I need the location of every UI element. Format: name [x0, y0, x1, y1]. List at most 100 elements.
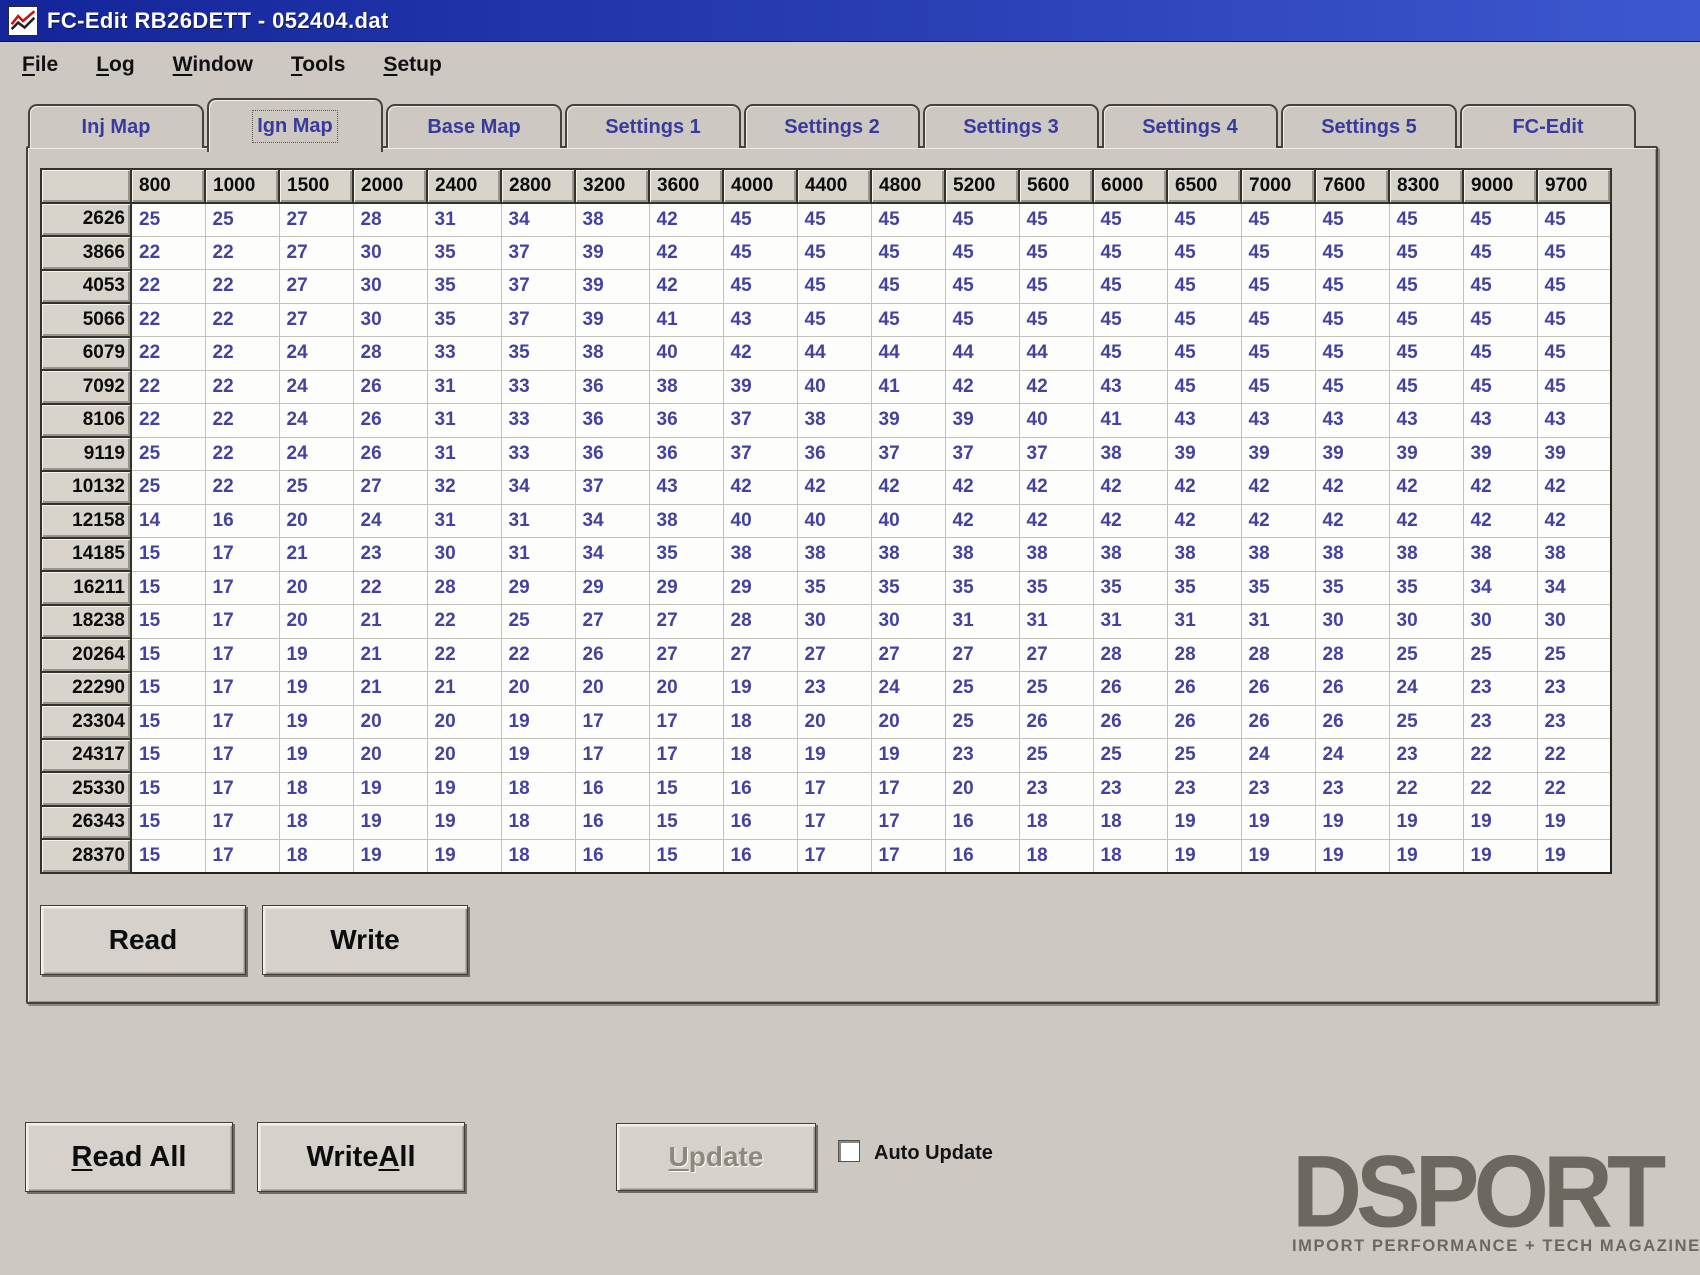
map-cell[interactable]: 35 [427, 270, 501, 304]
map-cell[interactable]: 45 [1463, 236, 1537, 270]
map-cell[interactable]: 32 [427, 471, 501, 505]
map-cell[interactable]: 17 [797, 806, 871, 840]
map-cell[interactable]: 35 [427, 236, 501, 270]
map-cell[interactable]: 14 [131, 504, 205, 538]
map-cell[interactable]: 38 [871, 538, 945, 572]
map-cell[interactable]: 44 [797, 337, 871, 371]
menu-item-setup[interactable]: Setup [383, 53, 441, 77]
map-cell[interactable]: 45 [1389, 203, 1463, 237]
auto-update-checkbox[interactable] [838, 1140, 860, 1162]
map-cell[interactable]: 35 [1019, 571, 1093, 605]
map-cell[interactable]: 35 [1167, 571, 1241, 605]
map-cell[interactable]: 35 [1241, 571, 1315, 605]
map-cell[interactable]: 42 [1389, 504, 1463, 538]
map-cell[interactable]: 45 [1019, 270, 1093, 304]
map-cell[interactable]: 30 [353, 270, 427, 304]
map-cell[interactable]: 28 [1093, 638, 1167, 672]
map-cell[interactable]: 25 [131, 203, 205, 237]
map-cell[interactable]: 45 [1537, 236, 1611, 270]
menu-item-window[interactable]: Window [173, 53, 253, 77]
map-cell[interactable]: 44 [871, 337, 945, 371]
map-cell[interactable]: 43 [1167, 404, 1241, 438]
map-cell[interactable]: 22 [1537, 772, 1611, 806]
map-cell[interactable]: 45 [1093, 236, 1167, 270]
map-cell[interactable]: 17 [205, 705, 279, 739]
map-cell[interactable]: 38 [797, 404, 871, 438]
map-cell[interactable]: 19 [1389, 839, 1463, 873]
map-cell[interactable]: 27 [797, 638, 871, 672]
map-cell[interactable]: 17 [205, 839, 279, 873]
col-header-4400[interactable]: 4400 [797, 169, 871, 203]
map-cell[interactable]: 22 [1463, 739, 1537, 773]
map-cell[interactable]: 45 [797, 203, 871, 237]
col-header-6500[interactable]: 6500 [1167, 169, 1241, 203]
tab-ign-map[interactable]: Ign Map [207, 98, 383, 152]
map-cell[interactable]: 42 [723, 337, 797, 371]
map-cell[interactable]: 23 [353, 538, 427, 572]
map-cell[interactable]: 23 [1019, 772, 1093, 806]
map-cell[interactable]: 26 [353, 437, 427, 471]
map-cell[interactable]: 27 [279, 236, 353, 270]
map-cell[interactable]: 45 [1537, 370, 1611, 404]
map-cell[interactable]: 35 [649, 538, 723, 572]
map-cell[interactable]: 38 [1463, 538, 1537, 572]
map-cell[interactable]: 20 [871, 705, 945, 739]
map-cell[interactable]: 30 [797, 605, 871, 639]
map-cell[interactable]: 45 [1167, 270, 1241, 304]
map-cell[interactable]: 24 [279, 370, 353, 404]
map-cell[interactable]: 19 [353, 806, 427, 840]
write-all-button[interactable]: Write All [257, 1122, 465, 1192]
map-cell[interactable]: 26 [1167, 705, 1241, 739]
map-cell[interactable]: 25 [945, 705, 1019, 739]
map-cell[interactable]: 42 [649, 203, 723, 237]
col-header-8300[interactable]: 8300 [1389, 169, 1463, 203]
map-cell[interactable]: 31 [427, 370, 501, 404]
map-cell[interactable]: 19 [871, 739, 945, 773]
row-header-3866[interactable]: 3866 [41, 236, 131, 270]
map-cell[interactable]: 35 [501, 337, 575, 371]
map-cell[interactable]: 41 [871, 370, 945, 404]
map-cell[interactable]: 42 [945, 504, 1019, 538]
map-cell[interactable]: 26 [353, 370, 427, 404]
col-header-2400[interactable]: 2400 [427, 169, 501, 203]
map-cell[interactable]: 18 [501, 806, 575, 840]
map-cell[interactable]: 38 [1537, 538, 1611, 572]
map-cell[interactable]: 25 [945, 672, 1019, 706]
map-cell[interactable]: 21 [279, 538, 353, 572]
map-cell[interactable]: 42 [649, 236, 723, 270]
map-cell[interactable]: 39 [1241, 437, 1315, 471]
map-cell[interactable]: 40 [797, 504, 871, 538]
map-cell[interactable]: 22 [205, 303, 279, 337]
map-cell[interactable]: 34 [1463, 571, 1537, 605]
map-cell[interactable]: 45 [1241, 370, 1315, 404]
row-header-20264[interactable]: 20264 [41, 638, 131, 672]
map-cell[interactable]: 27 [871, 638, 945, 672]
map-cell[interactable]: 36 [797, 437, 871, 471]
map-cell[interactable]: 19 [1389, 806, 1463, 840]
map-cell[interactable]: 15 [131, 705, 205, 739]
map-cell[interactable]: 38 [575, 337, 649, 371]
map-cell[interactable]: 38 [649, 370, 723, 404]
map-cell[interactable]: 17 [205, 772, 279, 806]
map-cell[interactable]: 42 [871, 471, 945, 505]
map-cell[interactable]: 19 [1315, 839, 1389, 873]
map-cell[interactable]: 42 [1019, 370, 1093, 404]
map-cell[interactable]: 17 [205, 538, 279, 572]
map-cell[interactable]: 30 [1315, 605, 1389, 639]
map-cell[interactable]: 43 [1093, 370, 1167, 404]
map-cell[interactable]: 38 [723, 538, 797, 572]
map-cell[interactable]: 24 [353, 504, 427, 538]
map-cell[interactable]: 42 [1019, 504, 1093, 538]
map-cell[interactable]: 17 [871, 839, 945, 873]
map-cell[interactable]: 18 [1093, 806, 1167, 840]
map-cell[interactable]: 31 [1241, 605, 1315, 639]
map-cell[interactable]: 20 [353, 705, 427, 739]
map-cell[interactable]: 45 [1093, 203, 1167, 237]
map-cell[interactable]: 42 [1093, 471, 1167, 505]
map-cell[interactable]: 42 [1315, 504, 1389, 538]
map-cell[interactable]: 27 [945, 638, 1019, 672]
map-cell[interactable]: 42 [1389, 471, 1463, 505]
map-cell[interactable]: 42 [1315, 471, 1389, 505]
map-cell[interactable]: 15 [131, 605, 205, 639]
map-cell[interactable]: 22 [131, 270, 205, 304]
